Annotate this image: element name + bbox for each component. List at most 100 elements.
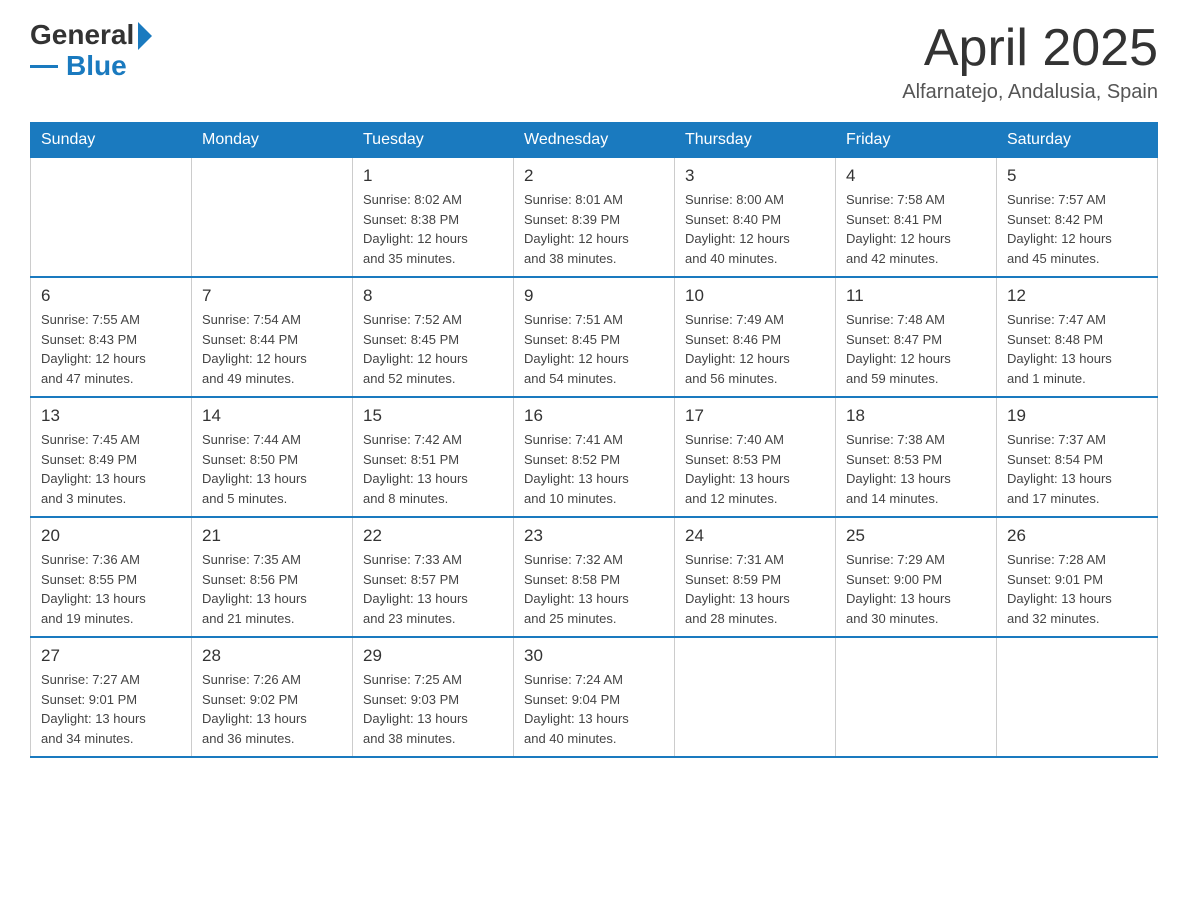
day-info: Sunrise: 7:33 AM Sunset: 8:57 PM Dayligh…	[363, 550, 503, 628]
week-row-4: 20 Sunrise: 7:36 AM Sunset: 8:55 PM Dayli…	[31, 517, 1158, 637]
day-info: Sunrise: 8:02 AM Sunset: 8:38 PM Dayligh…	[363, 190, 503, 268]
day-info: Sunrise: 7:57 AM Sunset: 8:42 PM Dayligh…	[1007, 190, 1147, 268]
calendar-cell: 6 Sunrise: 7:55 AM Sunset: 8:43 PM Daylig…	[31, 277, 192, 397]
logo-arrow-icon	[138, 22, 152, 50]
calendar-cell: 9Sunrise: 7:51 AM Sunset: 8:45 PM Daylig…	[514, 277, 675, 397]
day-number: 20	[41, 526, 181, 546]
weekday-header-saturday: Saturday	[997, 123, 1158, 158]
day-number: 25	[846, 526, 986, 546]
calendar-cell: 17 Sunrise: 7:40 AM Sunset: 8:53 PM Dayli…	[675, 397, 836, 517]
calendar-cell: 1 Sunrise: 8:02 AM Sunset: 8:38 PM Daylig…	[353, 158, 514, 278]
day-info: Sunrise: 7:29 AM Sunset: 9:00 PM Dayligh…	[846, 550, 986, 628]
day-info: Sunrise: 7:49 AM Sunset: 8:46 PM Dayligh…	[685, 310, 825, 388]
calendar-cell: 11 Sunrise: 7:48 AM Sunset: 8:47 PM Dayli…	[836, 277, 997, 397]
calendar-cell: 13 Sunrise: 7:45 AM Sunset: 8:49 PM Dayli…	[31, 397, 192, 517]
day-number: 30	[524, 646, 664, 666]
day-number: 5	[1007, 166, 1147, 186]
calendar-cell: 27Sunrise: 7:27 AM Sunset: 9:01 PM Dayli…	[31, 637, 192, 757]
week-row-5: 27Sunrise: 7:27 AM Sunset: 9:01 PM Dayli…	[31, 637, 1158, 757]
calendar-cell: 3 Sunrise: 8:00 AM Sunset: 8:40 PM Daylig…	[675, 158, 836, 278]
day-number: 28	[202, 646, 342, 666]
day-info: Sunrise: 7:48 AM Sunset: 8:47 PM Dayligh…	[846, 310, 986, 388]
weekday-header-friday: Friday	[836, 123, 997, 158]
calendar-cell: 21 Sunrise: 7:35 AM Sunset: 8:56 PM Dayli…	[192, 517, 353, 637]
calendar-title: April 2025	[902, 20, 1158, 77]
day-number: 3	[685, 166, 825, 186]
day-number: 6	[41, 286, 181, 306]
day-number: 19	[1007, 406, 1147, 426]
day-number: 12	[1007, 286, 1147, 306]
day-info: Sunrise: 8:01 AM Sunset: 8:39 PM Dayligh…	[524, 190, 664, 268]
calendar-cell	[192, 158, 353, 278]
calendar-cell: 4Sunrise: 7:58 AM Sunset: 8:41 PM Daylig…	[836, 158, 997, 278]
day-number: 29	[363, 646, 503, 666]
calendar-cell: 28Sunrise: 7:26 AM Sunset: 9:02 PM Dayli…	[192, 637, 353, 757]
day-number: 17	[685, 406, 825, 426]
day-info: Sunrise: 7:36 AM Sunset: 8:55 PM Dayligh…	[41, 550, 181, 628]
calendar-table: SundayMondayTuesdayWednesdayThursdayFrid…	[30, 122, 1158, 758]
calendar-cell: 30Sunrise: 7:24 AM Sunset: 9:04 PM Dayli…	[514, 637, 675, 757]
day-info: Sunrise: 7:44 AM Sunset: 8:50 PM Dayligh…	[202, 430, 342, 508]
day-info: Sunrise: 7:38 AM Sunset: 8:53 PM Dayligh…	[846, 430, 986, 508]
day-number: 13	[41, 406, 181, 426]
day-number: 26	[1007, 526, 1147, 546]
day-number: 15	[363, 406, 503, 426]
day-info: Sunrise: 7:41 AM Sunset: 8:52 PM Dayligh…	[524, 430, 664, 508]
calendar-subtitle: Alfarnatejo, Andalusia, Spain	[902, 81, 1158, 104]
day-info: Sunrise: 7:31 AM Sunset: 8:59 PM Dayligh…	[685, 550, 825, 628]
day-info: Sunrise: 7:58 AM Sunset: 8:41 PM Dayligh…	[846, 190, 986, 268]
day-number: 16	[524, 406, 664, 426]
calendar-cell: 20 Sunrise: 7:36 AM Sunset: 8:55 PM Dayli…	[31, 517, 192, 637]
calendar-cell: 23 Sunrise: 7:32 AM Sunset: 8:58 PM Dayli…	[514, 517, 675, 637]
weekday-header-tuesday: Tuesday	[353, 123, 514, 158]
week-row-3: 13 Sunrise: 7:45 AM Sunset: 8:49 PM Dayli…	[31, 397, 1158, 517]
calendar-cell	[31, 158, 192, 278]
weekday-header-sunday: Sunday	[31, 123, 192, 158]
day-info: Sunrise: 7:27 AM Sunset: 9:01 PM Dayligh…	[41, 670, 181, 748]
calendar-cell: 25 Sunrise: 7:29 AM Sunset: 9:00 PM Dayli…	[836, 517, 997, 637]
day-number: 18	[846, 406, 986, 426]
day-number: 2	[524, 166, 664, 186]
calendar-cell: 18 Sunrise: 7:38 AM Sunset: 8:53 PM Dayli…	[836, 397, 997, 517]
calendar-cell: 29Sunrise: 7:25 AM Sunset: 9:03 PM Dayli…	[353, 637, 514, 757]
calendar-cell: 2 Sunrise: 8:01 AM Sunset: 8:39 PM Daylig…	[514, 158, 675, 278]
weekday-header-monday: Monday	[192, 123, 353, 158]
logo: General Blue	[30, 20, 152, 80]
day-info: Sunrise: 8:00 AM Sunset: 8:40 PM Dayligh…	[685, 190, 825, 268]
day-info: Sunrise: 7:35 AM Sunset: 8:56 PM Dayligh…	[202, 550, 342, 628]
day-info: Sunrise: 7:51 AM Sunset: 8:45 PM Dayligh…	[524, 310, 664, 388]
calendar-cell	[997, 637, 1158, 757]
logo-general-text: General	[30, 21, 134, 49]
calendar-cell: 26 Sunrise: 7:28 AM Sunset: 9:01 PM Dayli…	[997, 517, 1158, 637]
day-info: Sunrise: 7:28 AM Sunset: 9:01 PM Dayligh…	[1007, 550, 1147, 628]
calendar-cell: 7Sunrise: 7:54 AM Sunset: 8:44 PM Daylig…	[192, 277, 353, 397]
day-number: 7	[202, 286, 342, 306]
calendar-cell: 24Sunrise: 7:31 AM Sunset: 8:59 PM Dayli…	[675, 517, 836, 637]
logo-blue-text: Blue	[66, 52, 127, 80]
week-row-1: 1 Sunrise: 8:02 AM Sunset: 8:38 PM Daylig…	[31, 158, 1158, 278]
calendar-cell: 10 Sunrise: 7:49 AM Sunset: 8:46 PM Dayli…	[675, 277, 836, 397]
calendar-cell: 8 Sunrise: 7:52 AM Sunset: 8:45 PM Daylig…	[353, 277, 514, 397]
day-number: 1	[363, 166, 503, 186]
day-number: 22	[363, 526, 503, 546]
day-info: Sunrise: 7:55 AM Sunset: 8:43 PM Dayligh…	[41, 310, 181, 388]
day-number: 14	[202, 406, 342, 426]
day-number: 23	[524, 526, 664, 546]
day-number: 8	[363, 286, 503, 306]
day-info: Sunrise: 7:45 AM Sunset: 8:49 PM Dayligh…	[41, 430, 181, 508]
day-info: Sunrise: 7:32 AM Sunset: 8:58 PM Dayligh…	[524, 550, 664, 628]
calendar-cell: 16 Sunrise: 7:41 AM Sunset: 8:52 PM Dayli…	[514, 397, 675, 517]
day-info: Sunrise: 7:47 AM Sunset: 8:48 PM Dayligh…	[1007, 310, 1147, 388]
logo-dash	[30, 65, 58, 68]
weekday-header-thursday: Thursday	[675, 123, 836, 158]
calendar-cell: 14 Sunrise: 7:44 AM Sunset: 8:50 PM Dayli…	[192, 397, 353, 517]
weekday-header-row: SundayMondayTuesdayWednesdayThursdayFrid…	[31, 123, 1158, 158]
calendar-cell: 12 Sunrise: 7:47 AM Sunset: 8:48 PM Dayli…	[997, 277, 1158, 397]
day-number: 10	[685, 286, 825, 306]
day-info: Sunrise: 7:52 AM Sunset: 8:45 PM Dayligh…	[363, 310, 503, 388]
calendar-cell: 15Sunrise: 7:42 AM Sunset: 8:51 PM Dayli…	[353, 397, 514, 517]
day-number: 11	[846, 286, 986, 306]
day-info: Sunrise: 7:40 AM Sunset: 8:53 PM Dayligh…	[685, 430, 825, 508]
calendar-cell	[675, 637, 836, 757]
day-number: 21	[202, 526, 342, 546]
